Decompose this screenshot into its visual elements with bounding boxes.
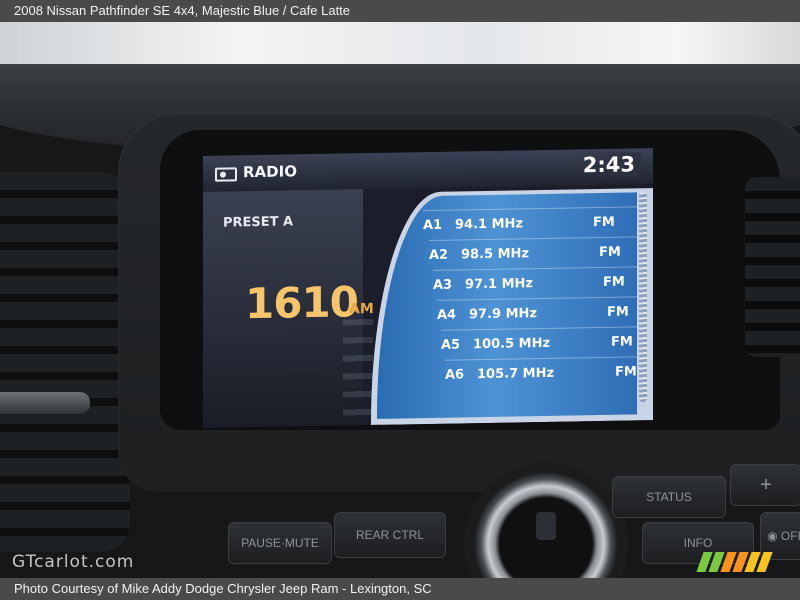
preset-band: FM [611,334,633,350]
preset-id: A1 [423,217,443,234]
current-band: AM [349,300,374,318]
right-air-vent [745,177,800,357]
dashboard-photo: RADIO 2:43 PRESET A 1610 AM A1 94.1 MHz … [0,22,800,578]
current-frequency: 1610 [245,277,358,329]
signal-ticks [343,318,373,428]
preset-band: FM [603,274,625,290]
preset-list-frame: A1 94.1 MHz FM A2 98.5 MHz FM A3 97.1 MH… [371,188,653,425]
preset-row-a5[interactable]: A5 100.5 MHz FM [441,325,637,361]
preset-bank-label: PRESET A [223,214,294,231]
display-header: RADIO 2:43 [203,148,653,192]
current-station-panel: PRESET A 1610 AM [203,189,374,428]
preset-band: FM [599,244,621,261]
preset-id: A5 [441,337,461,353]
status-button[interactable]: STATUS [612,476,726,518]
preset-row-a4[interactable]: A4 97.9 MHz FM [437,295,637,331]
preset-scrollbar[interactable] [639,192,647,403]
radio-icon [215,167,237,182]
preset-row-a3[interactable]: A3 97.1 MHz FM [433,265,637,301]
preset-id: A4 [437,307,457,323]
preset-frequency: 100.5 MHz [473,335,551,353]
preset-row-a6[interactable]: A6 105.7 MHz FM [445,355,637,391]
clock: 2:43 [576,152,641,178]
rear-ctrl-button[interactable]: REAR CTRL [334,512,446,558]
preset-row-a1[interactable]: A1 94.1 MHz FM [423,205,637,242]
pause-mute-button[interactable]: PAUSE·MUTE [228,522,332,564]
preset-frequency: 97.9 MHz [469,306,537,323]
audio-knob[interactable] [464,462,628,578]
preset-id: A2 [429,247,449,263]
preset-band: FM [593,214,615,231]
site-logo-icon [696,552,773,572]
site-watermark: GTcarlot.com [12,552,135,572]
preset-id: A6 [445,367,465,383]
left-air-vent [0,172,130,552]
preset-band: FM [607,304,629,320]
vent-handle [0,392,90,414]
preset-frequency: 97.1 MHz [465,276,533,293]
mode-label: RADIO [243,162,297,182]
preset-id: A3 [433,277,453,293]
caption-credit: Photo Courtesy of Mike Addy Dodge Chrysl… [0,578,800,600]
knob-center-button[interactable] [536,512,556,540]
preset-row-a2[interactable]: A2 98.5 MHz FM [429,235,637,271]
plus-button[interactable]: + [730,464,800,506]
preset-frequency: 98.5 MHz [461,246,529,263]
radio-display: RADIO 2:43 PRESET A 1610 AM A1 94.1 MHz … [203,148,653,428]
preset-band: FM [615,364,637,380]
windshield [0,22,800,70]
preset-list: A1 94.1 MHz FM A2 98.5 MHz FM A3 97.1 MH… [377,192,637,419]
preset-frequency: 105.7 MHz [477,365,555,383]
caption-title: 2008 Nissan Pathfinder SE 4x4, Majestic … [0,0,800,22]
preset-frequency: 94.1 MHz [455,216,523,233]
